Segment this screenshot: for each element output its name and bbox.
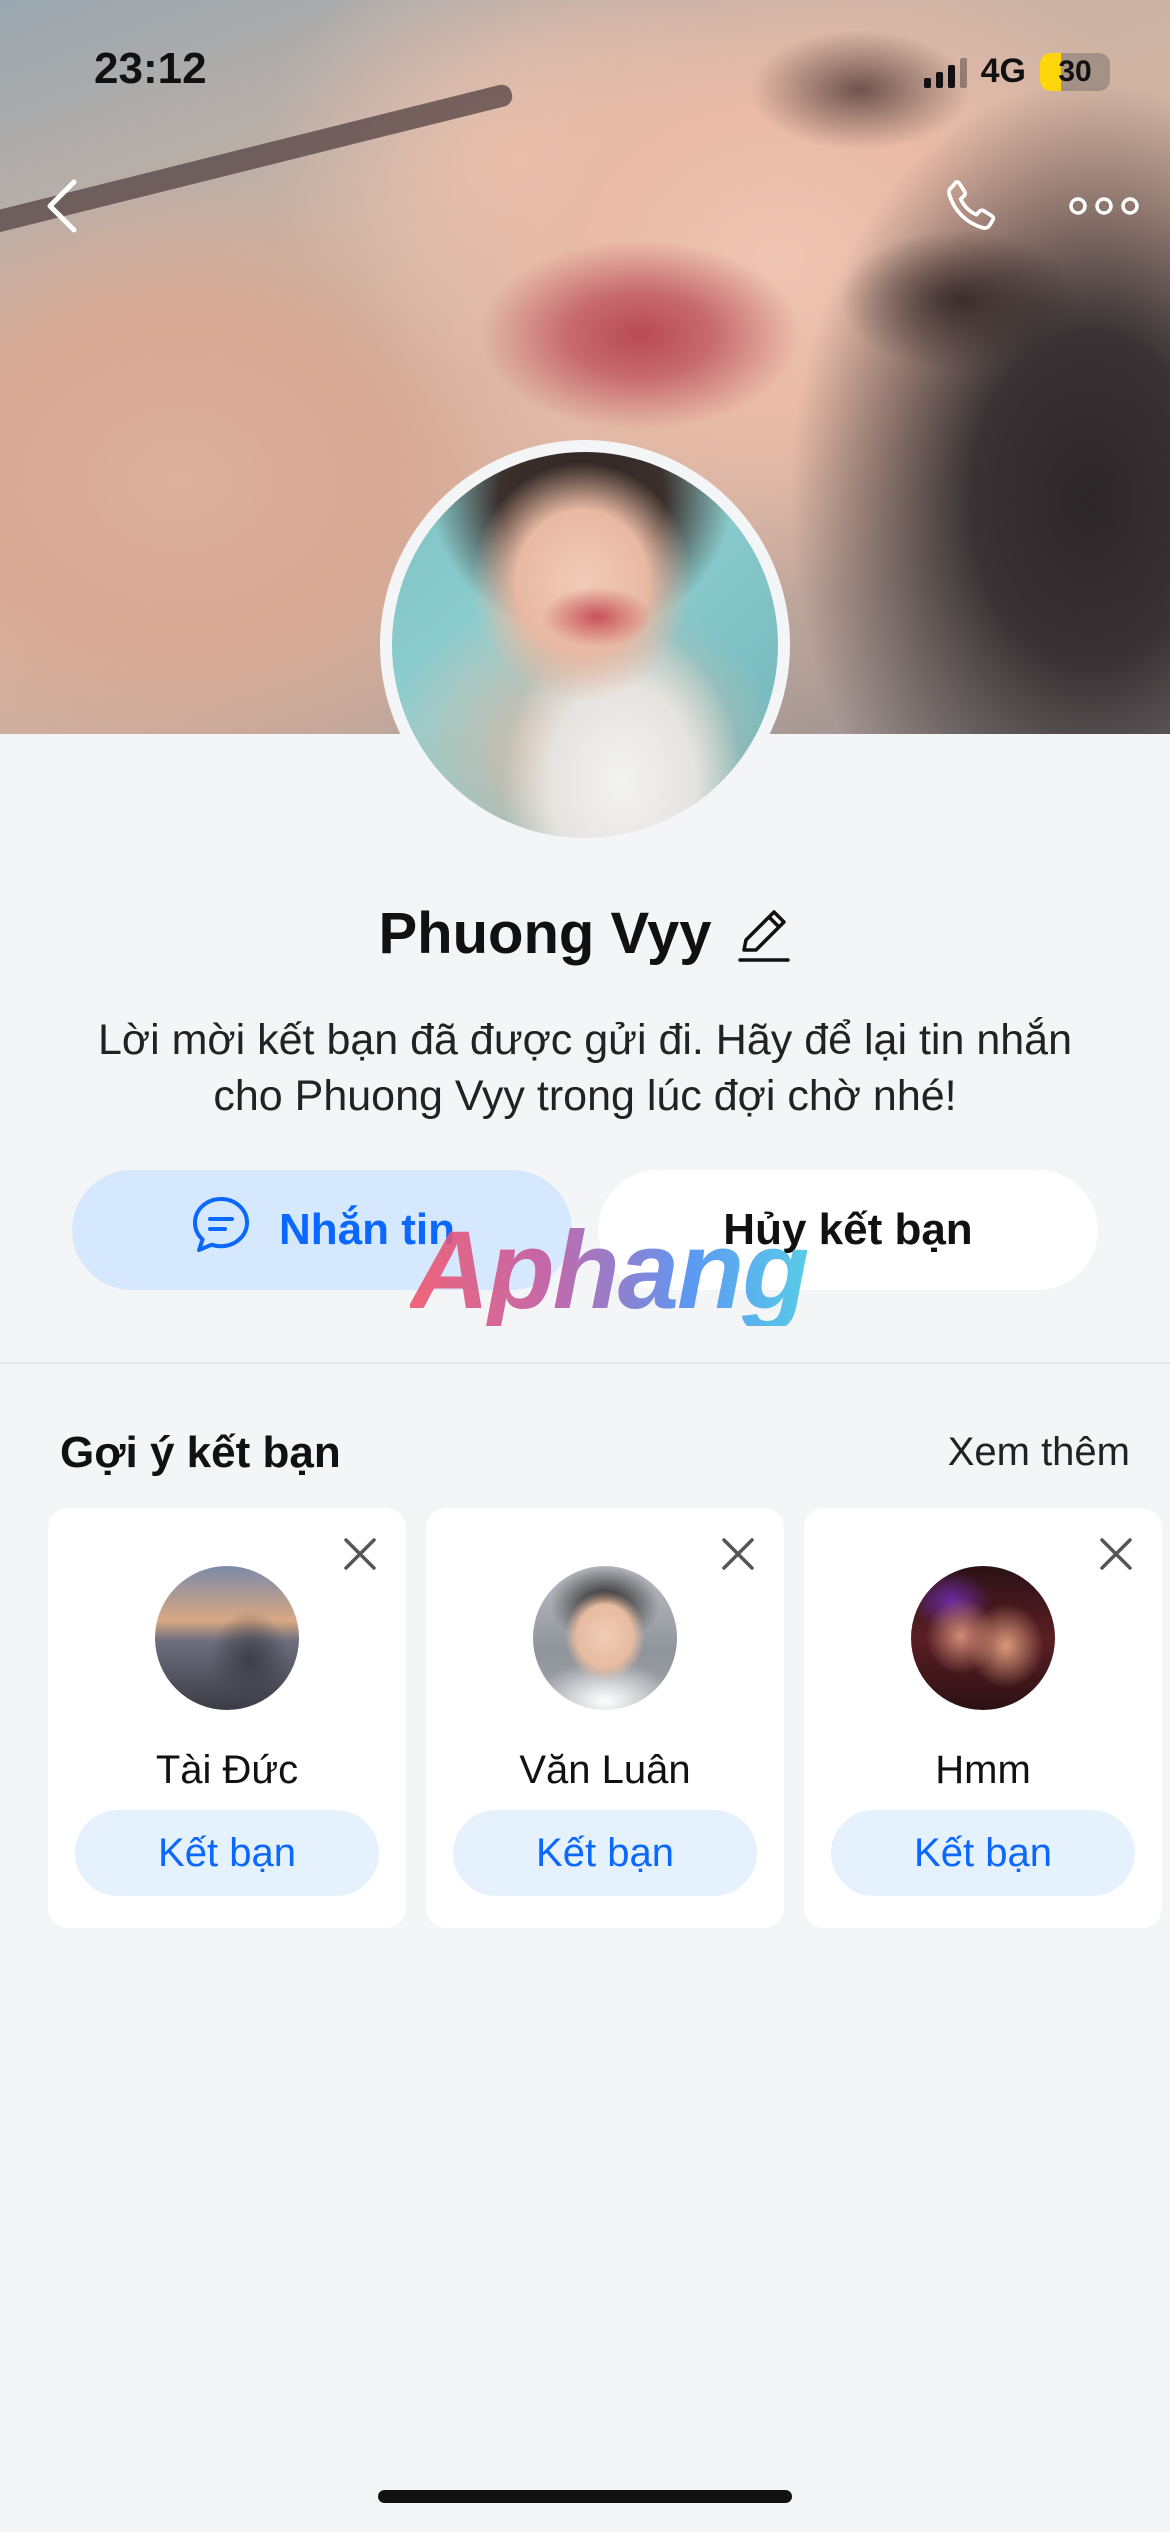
close-icon[interactable] bbox=[1096, 1534, 1136, 1574]
home-indicator[interactable] bbox=[378, 2490, 792, 2503]
phone-icon[interactable] bbox=[935, 172, 1005, 242]
add-friend-button[interactable]: Kết bạn bbox=[453, 1810, 757, 1896]
friend-request-message: Lời mời kết bạn đã được gửi đi. Hãy để l… bbox=[98, 1016, 1072, 1120]
suggestion-avatar[interactable] bbox=[911, 1566, 1055, 1710]
name-row: Phuong Vyy bbox=[0, 900, 1170, 967]
unfriend-button-label: Hủy kết bạn bbox=[723, 1205, 973, 1254]
profile-screen: 23:12 4G 30 Phuong Vyy Lời mời kết bạn đ… bbox=[0, 0, 1170, 2532]
chat-bubble-icon bbox=[189, 1193, 253, 1268]
suggestion-name: Văn Luân bbox=[519, 1748, 691, 1792]
suggestions-title: Gợi ý kết bạn bbox=[60, 1428, 341, 1477]
add-friend-button[interactable]: Kết bạn bbox=[75, 1810, 379, 1896]
message-button[interactable]: Nhắn tin bbox=[72, 1170, 572, 1290]
avatar-ring bbox=[380, 440, 790, 850]
suggestion-card[interactable]: Hmm Kết bạn bbox=[804, 1508, 1162, 1928]
signal-icon bbox=[923, 56, 967, 88]
status-time: 23:12 bbox=[94, 44, 207, 93]
see-more-link[interactable]: Xem thêm bbox=[948, 1430, 1130, 1475]
profile-avatar[interactable] bbox=[392, 452, 778, 838]
message-button-label: Nhắn tin bbox=[279, 1205, 455, 1254]
network-type: 4G bbox=[980, 52, 1026, 90]
status-indicators: 4G 30 bbox=[923, 52, 1110, 91]
pencil-icon[interactable] bbox=[736, 904, 792, 964]
suggestion-name: Hmm bbox=[935, 1748, 1031, 1792]
close-icon[interactable] bbox=[340, 1534, 380, 1574]
suggestion-name: Tài Đức bbox=[155, 1748, 299, 1792]
suggestion-avatar[interactable] bbox=[155, 1566, 299, 1710]
close-icon[interactable] bbox=[718, 1534, 758, 1574]
unfriend-button[interactable]: Hủy kết bạn bbox=[598, 1170, 1098, 1290]
battery-icon: 30 bbox=[1040, 52, 1110, 91]
more-horizontal-icon[interactable] bbox=[1066, 186, 1142, 226]
suggestion-card[interactable]: Tài Đức Kết bạn bbox=[48, 1508, 406, 1928]
back-icon[interactable] bbox=[36, 176, 86, 236]
add-friend-button[interactable]: Kết bạn bbox=[831, 1810, 1135, 1896]
section-divider bbox=[0, 1362, 1170, 1364]
battery-level: 30 bbox=[1058, 54, 1092, 88]
suggestion-avatar[interactable] bbox=[533, 1566, 677, 1710]
suggestion-card[interactable]: Văn Luân Kết bạn bbox=[426, 1508, 784, 1928]
profile-name: Phuong Vyy bbox=[378, 901, 712, 966]
